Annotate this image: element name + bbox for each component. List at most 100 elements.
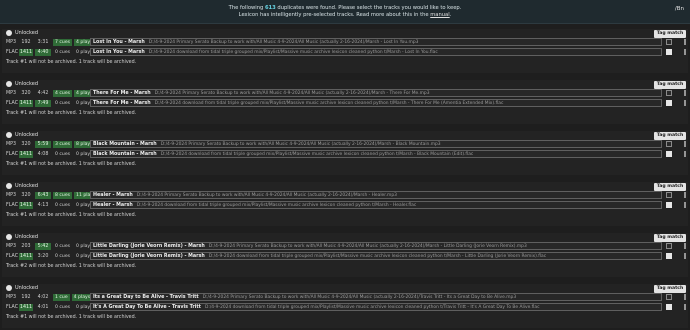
- tag-match-button[interactable]: Tag match: [654, 234, 686, 242]
- unlock-toggle-icon[interactable]: [6, 30, 12, 36]
- more-options-icon[interactable]: [684, 49, 686, 55]
- more-options-icon[interactable]: [684, 304, 686, 310]
- more-options-icon[interactable]: [684, 243, 686, 249]
- track-path-field[interactable]: There For Me - Marsh D:/4-9-2024 Primary …: [90, 89, 662, 97]
- track-controls: [666, 191, 686, 199]
- track-format: FLAC: [6, 254, 19, 259]
- keep-checkbox[interactable]: [666, 100, 672, 106]
- track-duration: 6:43: [35, 192, 51, 199]
- manual-link[interactable]: manual: [430, 12, 449, 18]
- track-bitrate: 320: [21, 142, 31, 147]
- track-path-field[interactable]: It's A Great Day To Be Alive - Travis Tr…: [90, 303, 662, 311]
- keep-checkbox[interactable]: [666, 151, 672, 157]
- archive-note: Track #1 will not be archived. 1 track w…: [6, 315, 137, 320]
- track-controls: [666, 201, 686, 209]
- more-options-icon[interactable]: [684, 90, 686, 96]
- archive-note: Track #1 will not be archived. 1 track w…: [6, 213, 137, 218]
- track-format: MP3: [6, 40, 17, 45]
- tag-match-button[interactable]: Tag match: [654, 132, 686, 140]
- track-path-field[interactable]: There For Me - Marsh D:/4-9-2024 download…: [90, 99, 662, 107]
- tag-match-button[interactable]: Tag match: [654, 285, 686, 293]
- lock-status[interactable]: Unlocked: [6, 234, 38, 240]
- more-options-icon[interactable]: [684, 192, 686, 198]
- track-controls: [666, 140, 686, 148]
- tag-match-button[interactable]: Tag match: [654, 81, 686, 89]
- track-format: MP3: [6, 142, 17, 147]
- track-path-field[interactable]: Little Darling (Jorie Veorn Remix) - Mar…: [90, 252, 662, 260]
- keep-checkbox[interactable]: [666, 294, 672, 300]
- track-duration: 3:31: [37, 40, 49, 45]
- lock-status[interactable]: Unlocked: [6, 285, 38, 291]
- more-options-icon[interactable]: [684, 294, 686, 300]
- lock-status-label: Unlocked: [15, 30, 38, 36]
- unlock-toggle-icon[interactable]: [6, 81, 12, 87]
- lock-status[interactable]: Unlocked: [6, 183, 38, 189]
- duplicate-group: Unlocked Tag match MP3 320 5:59 3 cues 8 plays…: [0, 131, 690, 175]
- more-options-icon[interactable]: [684, 253, 686, 259]
- track-format: MP3: [6, 193, 17, 198]
- track-path-field[interactable]: Black Mountain - Marsh D:/4-9-2024 Primar…: [90, 140, 662, 148]
- unlock-toggle-icon[interactable]: [6, 285, 12, 291]
- track-cues: 7 cues: [53, 39, 73, 46]
- lock-status[interactable]: Unlocked: [6, 132, 38, 138]
- keep-checkbox[interactable]: [666, 141, 672, 147]
- lock-status[interactable]: Unlocked: [6, 30, 38, 36]
- keep-checkbox[interactable]: [666, 202, 672, 208]
- language-toggle[interactable]: /Bn: [675, 6, 684, 13]
- track-cues: 0 cues: [55, 254, 71, 259]
- duplicate-group: Unlocked Tag match MP3 320 6:43 8 cues 11 play…: [0, 182, 690, 226]
- track-format: FLAC: [6, 305, 19, 310]
- track-format: FLAC: [6, 203, 19, 208]
- track-path-field[interactable]: Healer - Marsh D:/4-9-2024 download from …: [90, 201, 662, 209]
- unlock-toggle-icon[interactable]: [6, 132, 12, 138]
- track-duration: 5:42: [35, 243, 51, 250]
- track-path-field[interactable]: Lost In You - Marsh D:/4-9-2024 download …: [90, 48, 662, 56]
- keep-checkbox[interactable]: [666, 39, 672, 45]
- keep-checkbox[interactable]: [666, 243, 672, 249]
- lock-status[interactable]: Unlocked: [6, 81, 38, 87]
- track-controls: [666, 48, 686, 56]
- more-options-icon[interactable]: [684, 151, 686, 157]
- track-path: D:/4-9-2024 download from tidal triple g…: [154, 100, 504, 106]
- track-duration: 4:02: [37, 295, 49, 300]
- track-cues: 0 cues: [55, 101, 71, 106]
- keep-checkbox[interactable]: [666, 90, 672, 96]
- track-cues: 4 cues: [53, 90, 73, 97]
- track-path-field[interactable]: Black Mountain - Marsh D:/4-9-2024 downlo…: [90, 150, 662, 158]
- track-path-field[interactable]: Healer - Marsh D:/4-9-2024 Primary Serato…: [90, 191, 662, 199]
- archive-note: Track #1 will not be archived. 1 track w…: [6, 162, 137, 167]
- track-bitrate: 1411: [19, 49, 33, 56]
- track-path: D:/4-9-2024 download from tidal triple g…: [160, 151, 474, 157]
- track-path: D:/4-9-2024 Primary Serato Backup to wor…: [208, 243, 527, 249]
- track-format: FLAC: [6, 50, 19, 55]
- more-options-icon[interactable]: [684, 141, 686, 147]
- track-cues: 1 cue: [53, 294, 70, 301]
- keep-checkbox[interactable]: [666, 304, 672, 310]
- keep-checkbox[interactable]: [666, 49, 672, 55]
- track-bitrate: 1411: [19, 304, 33, 311]
- track-bitrate: 320: [21, 91, 31, 96]
- track-format: FLAC: [6, 152, 19, 157]
- lock-status-label: Unlocked: [15, 183, 38, 189]
- track-path-field[interactable]: Its a Great Day to Be Alive - Travis Tri…: [90, 293, 662, 301]
- track-path: D:/4-9-2024 download from tidal triple g…: [204, 304, 540, 310]
- more-options-icon[interactable]: [684, 100, 686, 106]
- duplicates-banner: The following 613 duplicates were found.…: [0, 0, 690, 24]
- more-options-icon[interactable]: [684, 39, 686, 45]
- unlock-toggle-icon[interactable]: [6, 183, 12, 189]
- tag-match-button[interactable]: Tag match: [654, 30, 686, 38]
- track-path-field[interactable]: Little Darling (Jorie Veorn Remix) - Mar…: [90, 242, 662, 250]
- track-controls: [666, 99, 686, 107]
- track-title: Lost In You - Marsh: [93, 49, 145, 55]
- duplicate-group: Unlocked Tag match MP3 192 4:02 1 cue 4 plays I…: [0, 284, 690, 328]
- tag-match-button[interactable]: Tag match: [654, 183, 686, 191]
- track-bitrate: 192: [21, 40, 31, 45]
- track-duration: 4:13: [37, 203, 49, 208]
- track-bitrate: 1411: [19, 151, 33, 158]
- archive-note: Track #1 will not be archived. 1 track w…: [6, 60, 137, 65]
- more-options-icon[interactable]: [684, 202, 686, 208]
- track-path-field[interactable]: Lost In You - Marsh D:/4-9-2024 Primary S…: [90, 38, 662, 46]
- unlock-toggle-icon[interactable]: [6, 234, 12, 240]
- keep-checkbox[interactable]: [666, 253, 672, 259]
- keep-checkbox[interactable]: [666, 192, 672, 198]
